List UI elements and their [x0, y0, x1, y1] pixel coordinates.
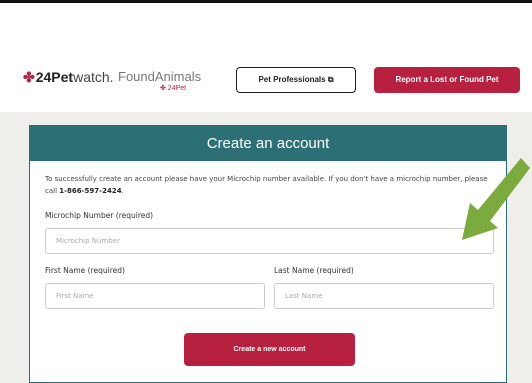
phone-number: 1-866-597-2424: [59, 187, 122, 195]
site-header: ✤24Petwatch. FoundAnimals ✤ 24Pet Pet Pr…: [0, 60, 532, 100]
last-name-input[interactable]: Last Name: [274, 283, 494, 309]
paw-icon: ✤: [23, 69, 35, 85]
foundanimals-logo[interactable]: FoundAnimals: [118, 69, 201, 84]
pet-professionals-button[interactable]: Pet Professionals ⧉: [236, 67, 356, 93]
create-account-card: Create an account To successfully create…: [29, 125, 507, 383]
intro-text: To successfully create an account please…: [45, 173, 500, 197]
first-name-input[interactable]: First Name: [45, 283, 265, 309]
report-lost-found-button[interactable]: Report a Lost or Found Pet: [374, 67, 520, 93]
intro-end: .: [121, 187, 124, 195]
foundanimals-logo-sub: ✤ 24Pet: [160, 85, 187, 92]
first-name-label: First Name (required): [45, 266, 125, 275]
logo-watch-text: watch.: [73, 69, 114, 85]
create-account-button[interactable]: Create a new account: [184, 333, 355, 366]
microchip-label: Microchip Number (required): [45, 211, 154, 220]
card-title: Create an account: [30, 126, 506, 161]
top-rule: [0, 0, 532, 3]
logo-24pet-text: 24Pet: [35, 69, 74, 85]
last-name-label: Last Name (required): [274, 266, 354, 275]
microchip-input[interactable]: Microchip Number: [45, 228, 494, 254]
24petwatch-logo[interactable]: ✤24Petwatch.: [23, 69, 114, 86]
